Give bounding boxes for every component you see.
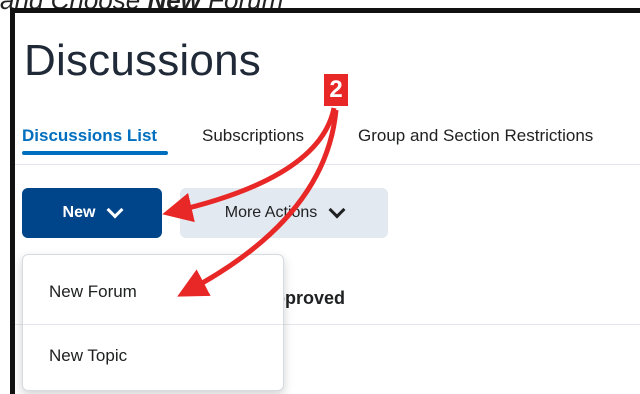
- arrow-to-new-button: [162, 107, 337, 223]
- annotation-arrows: [162, 107, 339, 297]
